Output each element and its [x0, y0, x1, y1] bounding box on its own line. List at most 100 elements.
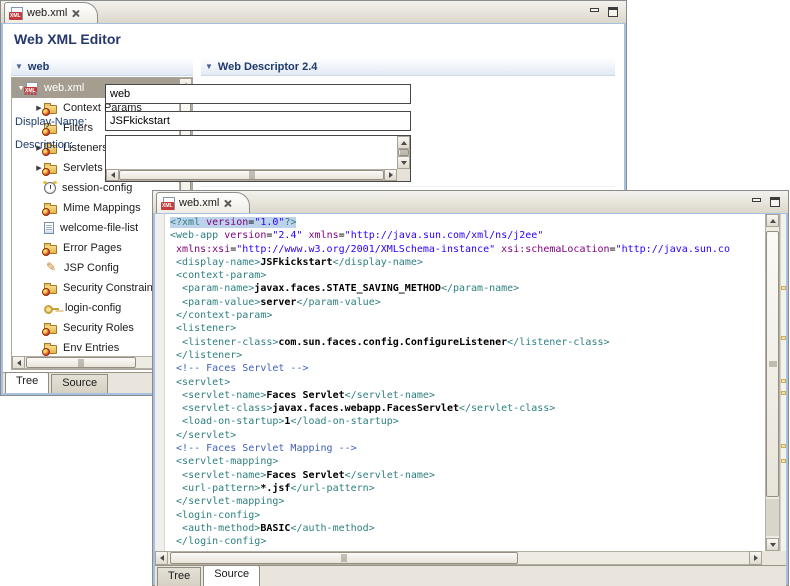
minimize-icon[interactable]: [590, 8, 599, 12]
code-line[interactable]: xmlns:xsi="http://www.w3.org/2001/XMLSch…: [170, 243, 764, 256]
editor-horizontal-scrollbar[interactable]: [155, 551, 762, 565]
code-line[interactable]: <load-on-startup>1</load-on-startup>: [170, 415, 764, 428]
close-icon[interactable]: [223, 199, 231, 207]
editor-vertical-scrollbar[interactable]: [765, 214, 780, 551]
scrollbar-thumb[interactable]: [119, 170, 384, 180]
tab-tree[interactable]: Tree: [157, 567, 201, 586]
description-vertical-scrollbar[interactable]: [397, 136, 410, 169]
annotation-marker[interactable]: [781, 336, 786, 340]
annotation-marker[interactable]: [781, 379, 786, 383]
clock-icon: [44, 182, 56, 194]
name-label: Name:: [15, 89, 47, 101]
code-line[interactable]: </login-config>: [170, 535, 764, 548]
name-field[interactable]: [105, 84, 411, 104]
tree-item-label: Security Roles: [63, 322, 134, 334]
display-name-field[interactable]: [105, 111, 411, 131]
page-icon: [44, 222, 54, 234]
code-line[interactable]: <!-- Faces Servlet Mapping -->: [170, 442, 764, 455]
scrollbar-thumb[interactable]: [398, 149, 409, 156]
tree-item-label: Mime Mappings: [63, 202, 141, 214]
code-line[interactable]: <?xml version="1.0"?>: [170, 216, 764, 229]
code-line[interactable]: <!-- Faces Servlet -->: [170, 362, 764, 375]
fg-window-controls: [752, 197, 780, 207]
xml-file-icon: [11, 7, 23, 20]
scroll-right-button[interactable]: [384, 169, 397, 181]
code-line[interactable]: <servlet>: [170, 376, 764, 389]
scroll-right-button[interactable]: [749, 551, 762, 565]
maximize-icon[interactable]: [770, 197, 780, 207]
selected-text: <?xml version="1.0"?>: [170, 217, 296, 228]
code-line[interactable]: <listener-class>com.sun.faces.config.Con…: [170, 336, 764, 349]
bg-editor-tab[interactable]: web.xml: [4, 2, 98, 23]
scroll-up-button[interactable]: [397, 136, 410, 149]
code-line[interactable]: </servlet-mapping>: [170, 495, 764, 508]
tab-source[interactable]: Source: [203, 565, 260, 586]
screenshot-canvas: web.xml Web XML Editor ▼ web ▼web.xml▶Co…: [0, 0, 790, 586]
code-line[interactable]: <login-config>: [170, 509, 764, 522]
scrollbar-track[interactable]: [766, 499, 779, 536]
close-icon[interactable]: [71, 9, 79, 17]
description-label: Description:: [15, 139, 73, 151]
outline-section-title: web: [28, 61, 49, 73]
scroll-left-button[interactable]: [106, 169, 119, 181]
code-line[interactable]: <url-pattern>*.jsf</url-pattern>: [170, 482, 764, 495]
code-line[interactable]: <param-value>server</param-value>: [170, 296, 764, 309]
fg-page-tabs: Tree Source: [155, 565, 786, 586]
code-line[interactable]: <servlet-name>Faces Servlet</servlet-nam…: [170, 389, 764, 402]
folder-icon: [44, 245, 57, 254]
scrollbar-thumb[interactable]: [26, 357, 136, 368]
fg-editor-tabbar: web.xml: [153, 191, 788, 213]
bg-tab-title: web.xml: [27, 7, 67, 19]
scroll-down-button[interactable]: [397, 156, 410, 169]
tree-item-label: Env Entries: [63, 342, 119, 354]
code-line[interactable]: <servlet-class>javax.faces.webapp.FacesS…: [170, 402, 764, 415]
code-line[interactable]: <display-name>JSFkickstart</display-name…: [170, 256, 764, 269]
editor-scroll-row: [155, 551, 786, 565]
maximize-icon[interactable]: [608, 7, 618, 17]
code-line[interactable]: <servlet-mapping>: [170, 455, 764, 468]
overview-ruler[interactable]: [780, 214, 786, 551]
annotation-marker[interactable]: [781, 444, 786, 448]
tree-item-label: Error Pages: [63, 242, 122, 254]
tab-source[interactable]: Source: [51, 374, 108, 393]
code-line[interactable]: <auth-method>BASIC</auth-method>: [170, 522, 764, 535]
description-field[interactable]: [105, 135, 411, 182]
fg-tab-title: web.xml: [179, 197, 219, 209]
folder-icon: [44, 105, 57, 114]
code-line[interactable]: <web-app version="2.4" xmlns="http://jav…: [170, 229, 764, 242]
scroll-up-button[interactable]: [766, 214, 779, 227]
tree-item-label: welcome-file-list: [60, 222, 138, 234]
xml-file-icon: [163, 197, 175, 210]
code-line[interactable]: <context-param>: [170, 269, 764, 282]
tree-item-label: Servlets: [63, 162, 103, 174]
outline-section-header[interactable]: ▼ web: [11, 58, 193, 76]
code-line[interactable]: <param-name>javax.faces.STATE_SAVING_MET…: [170, 282, 764, 295]
annotation-ruler: [155, 214, 165, 551]
scrollbar-thumb[interactable]: [170, 552, 518, 564]
code-line[interactable]: <servlet-name>Faces Servlet</servlet-nam…: [170, 469, 764, 482]
code-line[interactable]: <listener>: [170, 322, 764, 335]
chevron-down-icon: ▼: [205, 63, 213, 71]
annotation-marker[interactable]: [781, 286, 786, 290]
code-area[interactable]: <?xml version="1.0"?><web-app version="2…: [166, 214, 764, 551]
annotation-marker[interactable]: [781, 391, 786, 395]
code-line[interactable]: </servlet>: [170, 429, 764, 442]
folder-icon: [44, 285, 57, 294]
display-name-label: Display-Name:: [15, 116, 87, 128]
descriptor-section-title: Web Descriptor 2.4: [218, 61, 317, 73]
bg-window-controls: [590, 7, 618, 17]
minimize-icon[interactable]: [752, 198, 761, 202]
fg-editor-tab[interactable]: web.xml: [156, 192, 250, 213]
annotation-marker[interactable]: [781, 459, 786, 463]
description-horizontal-scrollbar[interactable]: [106, 169, 397, 181]
scrollbar-thumb[interactable]: [766, 231, 779, 497]
code-line[interactable]: </listener>: [170, 349, 764, 362]
code-line[interactable]: </context-param>: [170, 309, 764, 322]
scroll-left-button[interactable]: [12, 356, 25, 369]
scroll-left-button[interactable]: [155, 551, 168, 565]
bg-editor-tabbar: web.xml: [1, 1, 626, 23]
folder-icon: [44, 325, 57, 334]
tab-tree[interactable]: Tree: [5, 372, 49, 393]
scroll-down-button[interactable]: [766, 538, 779, 551]
descriptor-section-header[interactable]: ▼ Web Descriptor 2.4: [201, 58, 615, 76]
